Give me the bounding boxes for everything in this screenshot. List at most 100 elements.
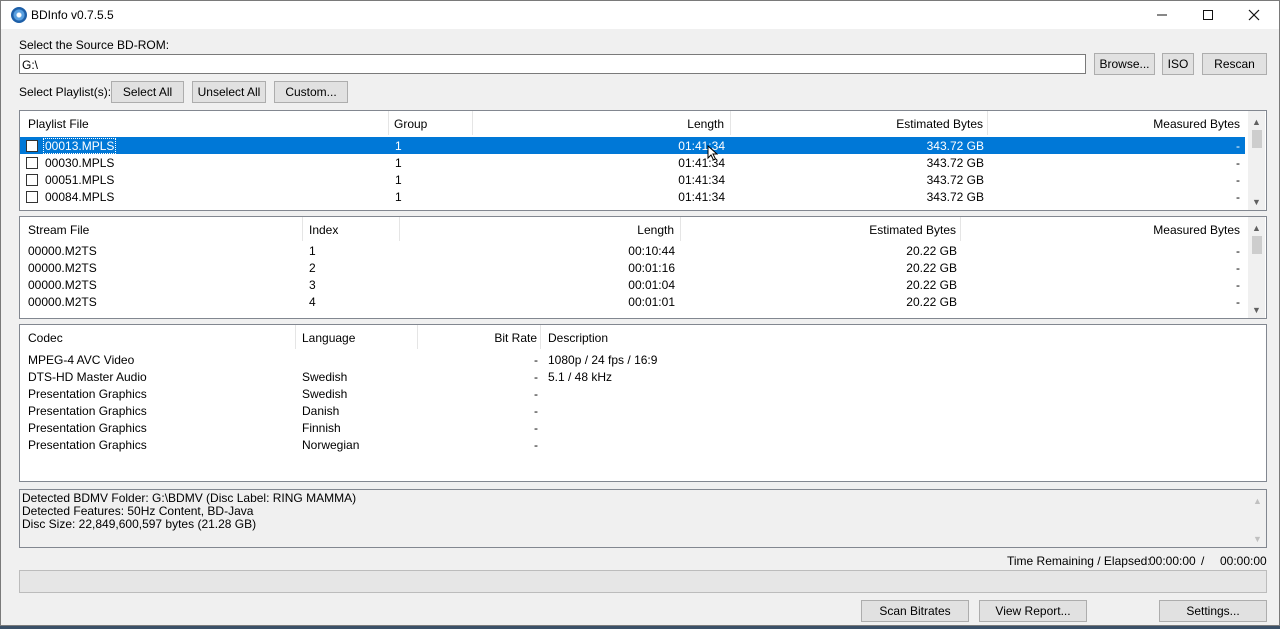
codec-bit-rate: -: [534, 421, 538, 435]
time-separator: /: [1201, 554, 1205, 568]
window-title: BDInfo v0.7.5.5: [31, 8, 114, 22]
playlist-group: 1: [395, 173, 402, 187]
codec-name: MPEG-4 AVC Video: [28, 353, 135, 367]
scroll-up-icon[interactable]: ▲: [1248, 219, 1265, 236]
estimated-bytes-header[interactable]: Estimated Bytes: [731, 111, 988, 135]
codec-row[interactable]: Presentation Graphics Finnish -: [20, 419, 1266, 436]
scan-progress-bar: [19, 570, 1267, 593]
time-elapsed: 00:00:00: [1220, 554, 1267, 568]
codec-name: Presentation Graphics: [28, 438, 147, 452]
view-report-button[interactable]: View Report...: [979, 600, 1087, 622]
disc-size-line: Disc Size: 22,849,600,597 bytes (21.28 G…: [22, 517, 257, 531]
stream-estimated-bytes: 20.22 GB: [906, 295, 957, 309]
stream-file-header[interactable]: Stream File: [20, 217, 303, 241]
group-header[interactable]: Group: [389, 111, 473, 135]
length-header[interactable]: Length: [473, 111, 731, 135]
playlist-measured-bytes: -: [1236, 190, 1240, 204]
playlist-row[interactable]: 00030.MPLS 1 01:41:34 343.72 GB -: [20, 154, 1245, 171]
scroll-down-icon[interactable]: ▼: [1248, 301, 1265, 318]
custom-button[interactable]: Custom...: [274, 81, 348, 103]
playlist-estimated-bytes: 343.72 GB: [926, 173, 984, 187]
stream-measured-bytes: -: [1236, 295, 1240, 309]
stream-file: 00000.M2TS: [28, 244, 97, 258]
stream-row[interactable]: 00000.M2TS 1 00:10:44 20.22 GB -: [20, 242, 1245, 259]
codec-name: Presentation Graphics: [28, 387, 147, 401]
stream-estimated-bytes: 20.22 GB: [906, 261, 957, 275]
playlist-checkbox[interactable]: [26, 191, 38, 203]
scroll-up-icon[interactable]: ▲: [1249, 492, 1266, 509]
codec-list[interactable]: Codec Language Bit Rate Description MPEG…: [19, 324, 1267, 482]
codec-description: 5.1 / 48 kHz: [548, 370, 613, 384]
playlist-scrollbar[interactable]: ▲ ▼: [1248, 111, 1265, 210]
description-header[interactable]: Description: [541, 325, 1266, 349]
settings-button[interactable]: Settings...: [1159, 600, 1267, 622]
playlist-file: 00013.MPLS: [42, 138, 117, 154]
codec-name: Presentation Graphics: [28, 421, 147, 435]
playlist-file: 00084.MPLS: [45, 190, 115, 204]
playlist-file: 00051.MPLS: [45, 173, 115, 187]
close-icon: [1248, 9, 1260, 21]
playlist-row[interactable]: 00051.MPLS 1 01:41:34 343.72 GB -: [20, 171, 1245, 188]
source-path-input[interactable]: G:\: [19, 54, 1086, 74]
language-header[interactable]: Language: [296, 325, 418, 349]
stream-index: 1: [309, 244, 316, 258]
bit-rate-header[interactable]: Bit Rate: [418, 325, 541, 349]
playlist-length: 01:41:34: [678, 139, 725, 153]
codec-language: Finnish: [302, 421, 341, 435]
playlist-checkbox[interactable]: [26, 140, 38, 152]
codec-bit-rate: -: [534, 387, 538, 401]
scroll-thumb[interactable]: [1252, 236, 1262, 254]
unselect-all-button[interactable]: Unselect All: [192, 81, 266, 103]
codec-row[interactable]: Presentation Graphics Swedish -: [20, 385, 1266, 402]
time-remaining: 00:00:00: [1149, 554, 1196, 568]
scroll-down-icon[interactable]: ▼: [1248, 193, 1265, 210]
scroll-up-icon[interactable]: ▲: [1248, 113, 1265, 130]
stream-row[interactable]: 00000.M2TS 3 00:01:04 20.22 GB -: [20, 276, 1245, 293]
stream-list[interactable]: Stream File Index Length Estimated Bytes…: [19, 216, 1267, 319]
playlist-row[interactable]: 00013.MPLS 1 01:41:34 343.72 GB -: [20, 137, 1245, 154]
stream-index: 2: [309, 261, 316, 275]
stream-length: 00:01:01: [628, 295, 675, 309]
stream-scrollbar[interactable]: ▲ ▼: [1248, 217, 1265, 318]
playlist-file-header[interactable]: Playlist File: [20, 111, 389, 135]
bdinfo-disc-icon: [11, 7, 27, 23]
rescan-button[interactable]: Rescan: [1202, 53, 1267, 75]
codec-row[interactable]: DTS-HD Master Audio Swedish - 5.1 / 48 k…: [20, 368, 1266, 385]
playlist-group: 1: [395, 190, 402, 204]
stream-length-header[interactable]: Length: [400, 217, 681, 241]
codec-bit-rate: -: [534, 370, 538, 384]
stream-row[interactable]: 00000.M2TS 4 00:01:01 20.22 GB -: [20, 293, 1245, 310]
scroll-down-icon[interactable]: ▼: [1249, 530, 1266, 547]
select-all-button[interactable]: Select All: [111, 81, 184, 103]
browse-button[interactable]: Browse...: [1094, 53, 1155, 75]
playlist-row[interactable]: 00084.MPLS 1 01:41:34 343.72 GB -: [20, 188, 1245, 205]
scan-bitrates-button[interactable]: Scan Bitrates: [861, 600, 969, 622]
stream-file: 00000.M2TS: [28, 278, 97, 292]
stream-estimated-bytes-header[interactable]: Estimated Bytes: [681, 217, 961, 241]
playlist-group: 1: [395, 139, 402, 153]
codec-row[interactable]: MPEG-4 AVC Video - 1080p / 24 fps / 16:9: [20, 351, 1266, 368]
iso-button[interactable]: ISO: [1162, 53, 1194, 75]
playlist-checkbox[interactable]: [26, 157, 38, 169]
measured-bytes-header[interactable]: Measured Bytes: [988, 111, 1245, 135]
codec-row[interactable]: Presentation Graphics Danish -: [20, 402, 1266, 419]
playlist-list[interactable]: Playlist File Group Length Estimated Byt…: [19, 110, 1267, 211]
codec-language: Norwegian: [302, 438, 360, 452]
stream-index: 4: [309, 295, 316, 309]
stream-measured-bytes-header[interactable]: Measured Bytes: [961, 217, 1245, 241]
index-header[interactable]: Index: [303, 217, 400, 241]
maximize-icon: [1203, 10, 1213, 20]
maximize-button[interactable]: [1185, 1, 1231, 29]
disc-info-textbox[interactable]: Detected BDMV Folder: G:\BDMV (Disc Labe…: [19, 489, 1267, 548]
codec-bit-rate: -: [534, 353, 538, 367]
playlist-checkbox[interactable]: [26, 174, 38, 186]
info-scrollbar[interactable]: ▲ ▼: [1249, 490, 1266, 547]
scroll-thumb[interactable]: [1252, 130, 1262, 148]
stream-length: 00:01:04: [628, 278, 675, 292]
codec-name: DTS-HD Master Audio: [28, 370, 147, 384]
codec-row[interactable]: Presentation Graphics Norwegian -: [20, 436, 1266, 453]
close-button[interactable]: [1231, 1, 1277, 29]
codec-header[interactable]: Codec: [20, 325, 296, 349]
stream-row[interactable]: 00000.M2TS 2 00:01:16 20.22 GB -: [20, 259, 1245, 276]
minimize-button[interactable]: [1139, 1, 1185, 29]
